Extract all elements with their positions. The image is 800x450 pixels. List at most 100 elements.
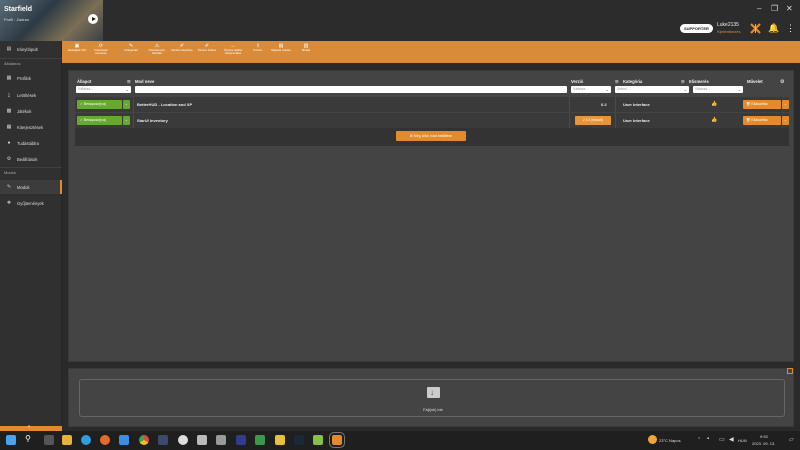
sidebar-item-settings[interactable]: ⚙ Beállítások: [0, 152, 62, 166]
weather-sun-icon[interactable]: [648, 435, 657, 444]
status-dropdown-button[interactable]: ⌄: [123, 116, 130, 125]
header-status[interactable]: Állapot: [77, 79, 91, 84]
clock-time[interactable]: 9:53: [760, 434, 768, 439]
header-mod-name[interactable]: Mod neve: [135, 79, 154, 84]
mod-category: User Interface: [623, 102, 650, 107]
close-button[interactable]: ✕: [786, 4, 793, 13]
minimize-button[interactable]: –: [757, 4, 761, 13]
windows-start-icon[interactable]: [6, 435, 16, 445]
notification-center-icon[interactable]: ▱: [789, 436, 794, 443]
status-toggle-button[interactable]: ✓ Bekapcsol(va): [77, 100, 122, 109]
version-filter-select[interactable]: Válassz... ⌄: [571, 86, 611, 93]
chrome-icon[interactable]: [139, 435, 149, 445]
toolbar-button[interactable]: ▤ Mappák nyitása: [270, 43, 292, 52]
volume-icon[interactable]: ◀: [729, 436, 734, 443]
status-dropdown-button[interactable]: ⌄: [123, 100, 130, 109]
edge-icon[interactable]: [81, 435, 91, 445]
header-version[interactable]: Verzió: [571, 79, 583, 84]
status-toggle-button[interactable]: ✓ Bekapcsol(va): [77, 116, 122, 125]
sidebar-item-label: Modok: [17, 184, 30, 190]
action-dropdown-button[interactable]: ⌄: [782, 100, 789, 109]
column-separator: [615, 97, 616, 112]
sidebar-item-label: Beállítások: [17, 156, 38, 162]
update-available-badge[interactable]: 2.3.2 (elavult): [575, 116, 611, 125]
app-icon[interactable]: [255, 435, 265, 445]
column-toggle-icon[interactable]: ☰: [127, 79, 131, 84]
tray-chevron-icon[interactable]: ⌃: [697, 437, 701, 443]
games-icon: ▩: [6, 108, 12, 114]
endorsement-filter-select[interactable]: Válassz... ⌄: [693, 86, 743, 93]
sidebar-item-games[interactable]: ▩ Játékok: [0, 104, 62, 118]
app-icon[interactable]: [275, 435, 285, 445]
vortex-taskbar-icon[interactable]: [329, 432, 345, 448]
sidebar-item-downloads[interactable]: ⤓ Letöltések: [0, 88, 62, 102]
table-row[interactable]: ✓ Bekapcsol(va) ⌄ BetterHUD - Location a…: [75, 97, 789, 112]
sidebar-item-label: Kiterjesztések: [17, 124, 44, 130]
action-label: Eltávolítás: [751, 102, 768, 106]
supporter-badge[interactable]: SUPPORTER: [680, 24, 713, 33]
sidebar-item-collections[interactable]: ❖ Gyűjtemények: [0, 196, 62, 210]
expand-panel-button[interactable]: [787, 368, 793, 374]
action-label: Eltávolítás: [751, 118, 768, 122]
toolbar-button[interactable]: ✐ Összes törlése: [196, 43, 218, 52]
app-icon[interactable]: [313, 435, 323, 445]
app-icon[interactable]: [216, 435, 226, 445]
sidebar-item-profiles[interactable]: ▦ Profilok: [0, 71, 62, 85]
active-game-banner[interactable]: Starfield Profil : Zadran: [0, 0, 103, 41]
logout-link[interactable]: Kijelentkezés: [717, 29, 741, 34]
column-toggle-icon[interactable]: ☰: [615, 79, 619, 84]
sidebar-item-dashboard[interactable]: ▤ Irányítópult: [0, 42, 62, 56]
header-endorsement[interactable]: Elismerés: [689, 79, 709, 84]
remove-button[interactable]: 🗑 Eltávolítás: [743, 116, 781, 125]
column-toggle-icon[interactable]: ☰: [681, 79, 685, 84]
load-more-label: Még több mod betöltése: [413, 134, 453, 138]
toolbar-button[interactable]: ▥ Minták: [296, 43, 316, 52]
notification-bell-icon[interactable]: 🔔: [768, 23, 779, 34]
toolbar-button[interactable]: ⇪ Közzét.: [248, 43, 268, 52]
status-filter-select[interactable]: Válassz... ⌄: [76, 86, 131, 93]
category-filter-select[interactable]: Select... ⌄: [615, 86, 689, 93]
thumbs-up-icon[interactable]: 👍: [711, 117, 717, 123]
language-indicator[interactable]: HUN: [738, 438, 747, 443]
clock-date[interactable]: 2023. 09. 13.: [752, 441, 775, 446]
toolbar-button[interactable]: ⟳ Frissítések keresése: [90, 43, 112, 55]
toolbar-button[interactable]: ↔ Összes letiltás kikapcsolása: [220, 43, 246, 55]
network-icon[interactable]: ▭: [719, 436, 725, 443]
toolbar-button[interactable]: ✎ Kategóriák: [120, 43, 142, 52]
sidebar-item-knowledge[interactable]: ● Tudástáblra: [0, 136, 62, 150]
toolbar-button[interactable]: ▣ Játékfájlok felfr.: [66, 43, 88, 52]
table-settings-gear-icon[interactable]: ⚙: [780, 79, 784, 85]
search-icon[interactable]: ⚲: [25, 434, 31, 443]
action-dropdown-button[interactable]: ⌄: [782, 116, 789, 125]
load-more-mods-button[interactable]: ⊞ Még több mod betöltése: [396, 131, 466, 141]
header-category[interactable]: Kategória: [623, 79, 642, 84]
thumbs-up-icon[interactable]: 👍: [711, 101, 717, 107]
app-icon[interactable]: [178, 435, 188, 445]
tray-app-icon[interactable]: ▪: [707, 436, 709, 442]
file-explorer-icon[interactable]: [62, 435, 72, 445]
file-drop-zone[interactable]: Fájl(ok) ide: [79, 379, 785, 417]
mail-icon[interactable]: [119, 435, 129, 445]
sidebar-item-label: Profilok: [17, 75, 31, 81]
firefox-icon[interactable]: [100, 435, 110, 445]
toolbar-button[interactable]: ✐ Modok telepítése: [171, 43, 193, 52]
toolbar-button[interactable]: ⚠ Összekeverb. feloldás: [146, 43, 168, 55]
remove-button[interactable]: 🗑 Eltávolítás: [743, 100, 781, 109]
sidebar-item-mods[interactable]: ✎ Modok: [0, 180, 62, 194]
mod-category: User Interface: [623, 118, 650, 123]
weather-text[interactable]: 23°C Napos: [659, 438, 681, 443]
restore-button[interactable]: ❐: [771, 4, 778, 13]
app-icon[interactable]: [158, 435, 168, 445]
header-action: Művelet: [747, 79, 763, 84]
app-icon[interactable]: [197, 435, 207, 445]
save-app-icon[interactable]: [236, 435, 246, 445]
steam-icon[interactable]: [294, 435, 304, 445]
task-view-icon[interactable]: [44, 435, 54, 445]
mod-name-filter-input[interactable]: [135, 86, 567, 93]
more-options-icon[interactable]: ⋮: [786, 23, 795, 34]
sidebar-item-label: Játékok: [17, 108, 32, 114]
play-icon[interactable]: [88, 14, 98, 24]
table-row[interactable]: ✓ Bekapcsol(va) ⌄ StarUI Inventory 2.3.2…: [75, 113, 789, 128]
nexus-logo-icon[interactable]: [750, 23, 761, 34]
sidebar-item-extensions[interactable]: ▦ Kiterjesztések: [0, 120, 62, 134]
